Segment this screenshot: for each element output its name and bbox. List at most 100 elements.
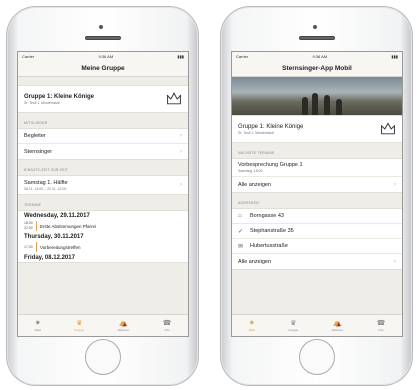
day-header: Wednesday, 29.11.2017	[18, 211, 188, 220]
event-time: 18:00 22:00	[24, 221, 33, 230]
event-item[interactable]: 18:00 22:00 Erste Abstimmungen Pfarrei	[18, 220, 188, 232]
carrier-label: Carrier	[22, 54, 35, 59]
phone-icon: ☎	[376, 319, 386, 327]
addresses-list: ⌂ Borngasse 43 ✓ Stephanstraße 35 ✉ Hube…	[232, 208, 402, 270]
group-name: Gruppe 1: Kleine Könige	[24, 93, 95, 100]
address-row[interactable]: ⌂ Borngasse 43	[232, 209, 402, 224]
crown-icon	[381, 122, 395, 135]
person-silhouette	[336, 99, 342, 115]
group-name: Gruppe 1: Kleine Könige	[238, 123, 304, 130]
event-title: Erste Abstimmungen Pfarrei	[40, 223, 97, 229]
home-button[interactable]	[299, 339, 335, 375]
nav-title: Sternsinger-App Mobil	[232, 61, 402, 77]
person-silhouette	[312, 93, 318, 115]
address-label: Borngasse 43	[250, 213, 284, 219]
battery-icon: ▮▮▮	[177, 54, 184, 59]
termin-subtitle: Samstag, 18:00	[238, 169, 263, 173]
day-header: Friday, 08.12.2017	[18, 253, 188, 262]
event-item[interactable]: 17:00 Vorbereitungstreffen	[18, 241, 188, 253]
group-address: St. Teoll 1, Musterstadt	[238, 130, 274, 135]
event-time: 17:00	[24, 244, 33, 249]
camera	[99, 25, 103, 29]
speaker	[299, 36, 335, 40]
clock-label: 9:36 AM	[98, 54, 114, 59]
tent-icon: ⛺	[333, 319, 342, 327]
tab-label: Start	[34, 327, 41, 332]
tab-gruppe[interactable]: ♛ Gruppe	[74, 320, 84, 332]
tab-info[interactable]: ☎ Info	[163, 320, 172, 332]
phone-icon: ☎	[162, 319, 172, 327]
event-bar	[36, 221, 37, 231]
einsatz-row[interactable]: Samstag 1. Hälfte 28.11. 14:00 – 22.11. …	[18, 176, 188, 194]
status-bar: Carrier 9:36 AM ▮▮▮	[232, 52, 402, 61]
einsatz-subtitle: 28.11. 14:00 – 22.11. 12:00	[24, 186, 67, 191]
home-icon: ⌂	[238, 213, 242, 219]
tab-label: Aktionen	[117, 327, 130, 332]
mail-icon: ✉	[238, 243, 244, 250]
status-bar: Carrier 9:36 AM ▮▮▮	[18, 52, 188, 61]
termine-show-all[interactable]: Alle anzeigen ›	[232, 177, 402, 192]
chevron-right-icon: ›	[180, 182, 182, 188]
chevron-right-icon: ›	[394, 181, 396, 188]
check-icon: ✓	[238, 228, 244, 235]
crown-icon: ♛	[76, 319, 83, 327]
addresses-header: Adressen	[238, 201, 259, 205]
members-list: Begleiter › Sternsinger ›	[18, 128, 188, 160]
group-photo	[232, 77, 402, 115]
tab-aktionen[interactable]: ⛺ Aktionen	[332, 320, 344, 332]
group-card[interactable]: Gruppe 1: Kleine Könige St. Teoll 1, Mus…	[232, 115, 402, 143]
clock-label: 9:36 AM	[312, 54, 328, 59]
tab-gruppe[interactable]: ♛ Gruppe	[288, 320, 298, 332]
screen-app-start: Carrier 9:36 AM ▮▮▮ Sternsinger-App Mobi…	[231, 51, 403, 337]
tab-aktionen[interactable]: ⛺ Aktionen	[118, 320, 130, 332]
addresses-show-all[interactable]: Alle anzeigen ›	[232, 254, 402, 269]
crown-icon: ♛	[290, 319, 297, 327]
chevron-right-icon: ›	[180, 148, 182, 155]
phone-right: Carrier 9:36 AM ▮▮▮ Sternsinger-App Mobi…	[220, 6, 413, 386]
tab-label: Gruppe	[288, 327, 299, 332]
termine-header: Nächste Termine	[238, 151, 275, 155]
member-label: Begleiter	[24, 133, 46, 139]
termin-title: Vorbesprechung Gruppe 1	[238, 162, 303, 168]
group-card[interactable]: Gruppe 1: Kleine Könige St. Teoll 1, Mus…	[18, 85, 188, 113]
nav-title: Meine Gruppe	[18, 61, 188, 77]
battery-icon: ▮▮▮	[391, 54, 398, 59]
tab-start[interactable]: ✷ Start	[249, 320, 255, 332]
star-icon: ✷	[34, 319, 41, 327]
home-button[interactable]	[85, 339, 121, 375]
einsatz-header: Einsatz-Zeit zur Zeit	[24, 168, 69, 172]
chevron-right-icon: ›	[394, 258, 396, 265]
tab-label: Aktionen	[331, 327, 344, 332]
einsatz-title: Samstag 1. Hälfte	[24, 179, 68, 186]
group-address: St. Teoll 1, Musterstadt	[24, 100, 60, 105]
member-row-sternsinger[interactable]: Sternsinger ›	[18, 144, 188, 159]
crown-icon	[166, 92, 182, 105]
einsatz-card[interactable]: Samstag 1. Hälfte 28.11. 14:00 – 22.11. …	[18, 175, 188, 195]
tab-bar: ✷ Start ♛ Gruppe ⛺ Aktionen ☎ Info	[18, 314, 188, 336]
event-bar	[36, 242, 37, 252]
termine-header: Termine	[24, 203, 42, 207]
person-silhouette	[324, 95, 330, 115]
phone-left: Carrier 9:36 AM ▮▮▮ Meine Gruppe Gruppe …	[6, 6, 199, 386]
person-silhouette	[302, 97, 308, 115]
tab-label: Start	[248, 327, 255, 332]
tab-start[interactable]: ✷ Start	[35, 320, 41, 332]
tent-icon: ⛺	[119, 319, 128, 327]
show-all-label: Alle anzeigen	[238, 181, 272, 188]
carrier-label: Carrier	[236, 54, 249, 59]
member-label: Sternsinger	[24, 148, 53, 155]
tab-info[interactable]: ☎ Info	[377, 320, 386, 332]
member-row-begleiter[interactable]: Begleiter ›	[18, 129, 188, 144]
event-title: Vorbereitungstreffen	[40, 244, 81, 250]
termine-list: Wednesday, 29.11.2017 18:00 22:00 Erste …	[18, 210, 188, 263]
address-label: Stephanstraße 35	[250, 228, 294, 234]
members-header: Mitglieder	[24, 121, 48, 125]
tab-label: Info	[378, 327, 384, 332]
address-row[interactable]: ✉ Hubertusstraße	[232, 239, 402, 254]
tab-bar: ✷ Start ♛ Gruppe ⛺ Aktionen ☎ Info	[232, 314, 402, 336]
show-all-label: Alle anzeigen	[238, 258, 272, 265]
tab-label: Gruppe	[74, 327, 85, 332]
address-row[interactable]: ✓ Stephanstraße 35	[232, 224, 402, 239]
termin-item[interactable]: Vorbesprechung Gruppe 1 Samstag, 18:00	[232, 159, 402, 177]
address-label: Hubertusstraße	[250, 243, 288, 249]
